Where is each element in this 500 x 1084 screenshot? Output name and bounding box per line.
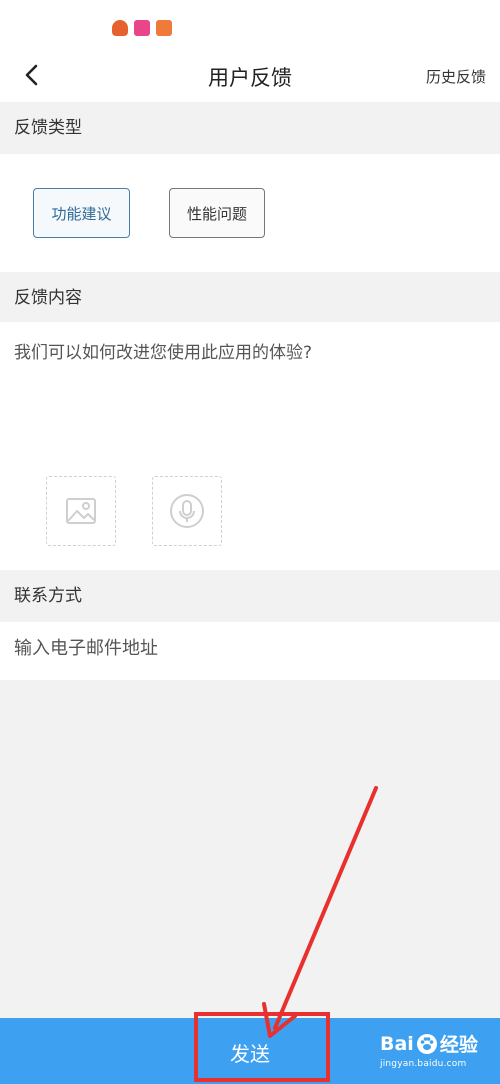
annotation-highlight-box <box>194 1012 330 1082</box>
feedback-type-panel: 功能建议 性能问题 <box>0 154 500 272</box>
feedback-content-label: 反馈内容 <box>0 272 500 324</box>
top-bar: 用户反馈 历史反馈 <box>0 48 500 102</box>
paw-icon <box>416 1033 437 1054</box>
watermark-url: jingyan.baidu.com <box>380 1059 467 1069</box>
history-feedback-button[interactable]: 历史反馈 <box>426 66 486 87</box>
microphone-icon <box>170 494 204 528</box>
image-icon <box>66 498 96 524</box>
status-bar <box>0 0 500 48</box>
option-feature-suggestion[interactable]: 功能建议 <box>33 188 130 238</box>
add-image-button[interactable] <box>46 476 116 546</box>
app-notification-icon <box>156 20 172 36</box>
option-performance-issue[interactable]: 性能问题 <box>169 188 265 238</box>
add-voice-button[interactable] <box>152 476 222 546</box>
feedback-type-label: 反馈类型 <box>0 102 500 154</box>
feedback-content-panel[interactable]: 我们可以如何改进您使用此应用的体验? <box>0 322 500 570</box>
watermark-product: 经验 <box>439 1034 478 1056</box>
feedback-textarea[interactable]: 我们可以如何改进您使用此应用的体验? <box>14 338 312 363</box>
app-notification-icon <box>134 20 150 36</box>
notification-icons <box>112 20 172 36</box>
email-field[interactable] <box>14 638 484 659</box>
app-notification-icon <box>112 20 128 36</box>
baidu-jingyan-watermark: Bai 经验 jingyan.baidu.com <box>380 1030 490 1080</box>
contact-panel <box>0 622 500 680</box>
watermark-brand: Bai <box>380 1032 414 1055</box>
contact-label: 联系方式 <box>0 570 500 622</box>
